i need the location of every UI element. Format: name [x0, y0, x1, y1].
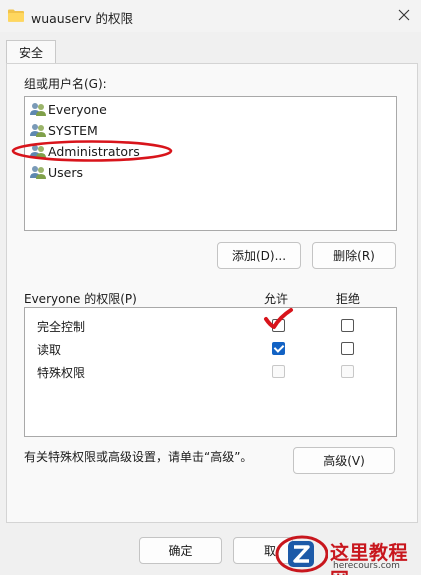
- perm-name: 特殊权限: [37, 366, 86, 380]
- perm-row-special: 特殊权限: [25, 361, 396, 383]
- list-item-users[interactable]: Users: [29, 162, 83, 182]
- list-item-system[interactable]: SYSTEM: [29, 120, 98, 140]
- deny-checkbox-special[interactable]: [341, 365, 354, 378]
- users-icon: [30, 124, 46, 137]
- list-item-label: Users: [48, 164, 84, 180]
- permissions-list: 完全控制 读取 特殊权限: [24, 307, 397, 437]
- deny-checkbox-full-control[interactable]: [341, 319, 354, 332]
- permissions-title: Everyone 的权限(P): [24, 292, 137, 306]
- allow-checkbox-special[interactable]: [272, 365, 285, 378]
- perm-row-full-control: 完全控制: [25, 315, 396, 337]
- perm-name: 完全控制: [37, 320, 86, 334]
- users-icon: [30, 166, 46, 179]
- title-bar: wuauserv 的权限: [0, 0, 421, 32]
- groups-label: 组或用户名(G):: [24, 77, 107, 91]
- deny-header: 拒绝: [336, 292, 361, 306]
- window-title: wuauserv 的权限: [31, 11, 133, 26]
- list-item-everyone[interactable]: Everyone: [29, 99, 107, 119]
- allow-checkbox-read[interactable]: [272, 342, 285, 355]
- tab-security[interactable]: 安全: [6, 40, 56, 64]
- add-button[interactable]: 添加(D)...: [217, 242, 301, 269]
- annotation-ellipse: [11, 140, 173, 162]
- remove-button[interactable]: 删除(R): [312, 242, 396, 269]
- ok-button[interactable]: 确定: [139, 537, 222, 564]
- tab-strip: 安全: [0, 32, 421, 64]
- perm-name: 读取: [37, 343, 62, 357]
- watermark-logo-icon: [275, 535, 328, 573]
- close-icon: [398, 9, 410, 21]
- list-item-label: SYSTEM: [48, 122, 98, 138]
- advanced-button[interactable]: 高级(V): [293, 447, 395, 474]
- advanced-note: 有关特殊权限或高级设置，请单击“高级”。: [24, 450, 253, 464]
- list-item-label: Everyone: [48, 101, 107, 117]
- close-button[interactable]: [393, 4, 415, 26]
- folder-icon: [8, 9, 24, 22]
- deny-checkbox-read[interactable]: [341, 342, 354, 355]
- allow-header: 允许: [264, 292, 289, 306]
- users-icon: [30, 103, 46, 116]
- watermark-url: herecours.com: [333, 561, 400, 571]
- annotation-checkmark: [264, 308, 293, 329]
- perm-row-read: 读取: [25, 338, 396, 360]
